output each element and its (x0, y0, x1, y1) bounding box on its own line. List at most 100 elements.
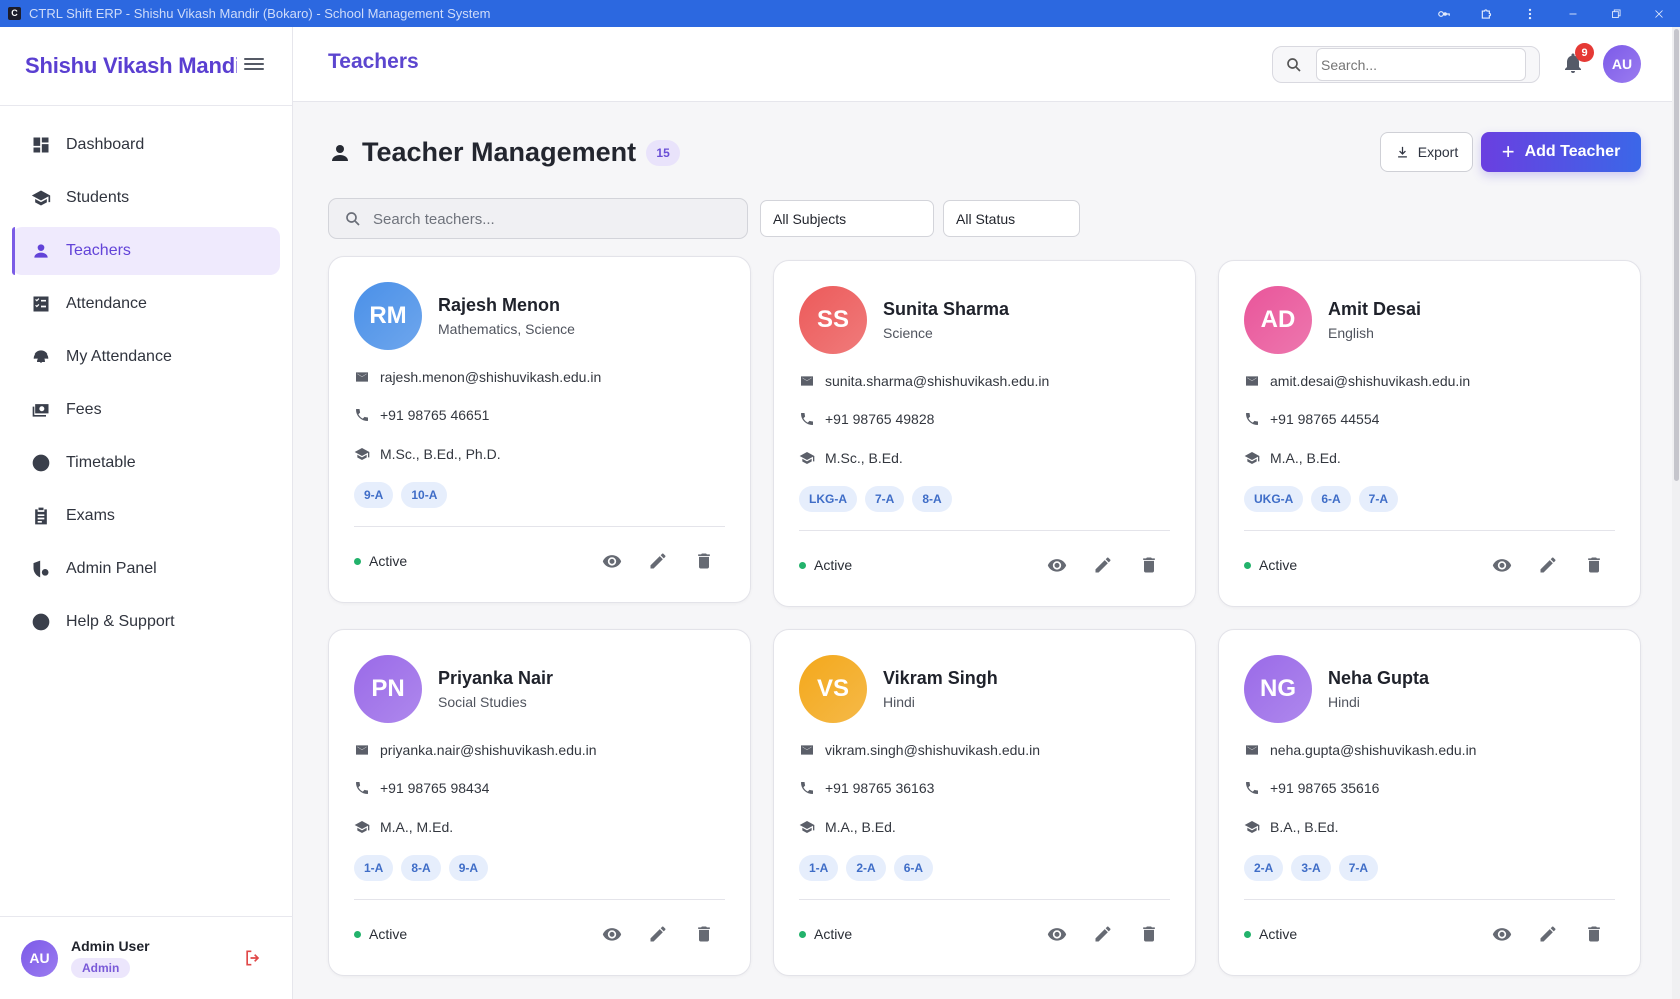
class-chip: 6-A (893, 855, 934, 881)
delete-icon[interactable] (1582, 922, 1606, 946)
sidebar-item-timetable[interactable]: Timetable (12, 439, 280, 487)
status-label: Active (369, 553, 408, 569)
delete-icon[interactable] (1582, 553, 1606, 577)
user-panel: AU Admin User Admin (0, 916, 293, 999)
export-button[interactable]: Export (1380, 132, 1473, 172)
edit-icon[interactable] (646, 922, 670, 946)
status-label: Active (1259, 926, 1298, 942)
sidebar-item-dashboard[interactable]: Dashboard (12, 121, 280, 169)
email-row: amit.desai@shishuvikash.edu.in (1244, 371, 1470, 391)
sidebar-item-fees[interactable]: Fees (12, 386, 280, 434)
close-button[interactable] (1637, 0, 1680, 27)
edit-icon[interactable] (1536, 553, 1560, 577)
teacher-name: Rajesh Menon (438, 295, 561, 315)
class-chip: 2-A (846, 855, 886, 881)
teacher-search-input[interactable]: Search teachers... (328, 198, 748, 239)
teacher-phone: +91 98765 44554 (1270, 411, 1380, 427)
add-teacher-button[interactable]: + Add Teacher (1481, 132, 1641, 172)
teacher-avatar: SS (799, 286, 867, 354)
download-icon (1397, 146, 1407, 157)
class-chip: 6-A (1311, 486, 1351, 512)
scrollbar-thumb[interactable] (1674, 29, 1679, 481)
class-chip: 7-A (1338, 855, 1379, 881)
subject-filter-select[interactable]: All Subjects (760, 200, 934, 237)
edit-icon[interactable] (1536, 922, 1560, 946)
view-icon[interactable] (600, 922, 624, 946)
status-label: Active (1259, 557, 1298, 573)
phone-row: +91 98765 36163 (799, 778, 934, 798)
class-chip: LKG-A (799, 486, 857, 512)
edit-icon[interactable] (1091, 553, 1115, 577)
role-badge: Admin (71, 958, 131, 978)
minimize-button[interactable] (1551, 0, 1594, 27)
status-label: Active (369, 926, 408, 942)
qualification-row: M.A., B.Ed. (1244, 448, 1341, 468)
teacher-phone: +91 98765 49828 (825, 411, 935, 427)
class-chip: 8-A (401, 855, 441, 881)
graduation-cap-icon (1244, 452, 1260, 464)
class-chips: UKG-A 6-A 7-A (1244, 486, 1406, 512)
clock-icon (30, 452, 52, 474)
admin-shield-icon (30, 558, 52, 580)
status-dot (799, 561, 806, 569)
view-icon[interactable] (1045, 553, 1069, 577)
avatar[interactable]: AU (1603, 45, 1641, 83)
teacher-card: SS Sunita Sharma Science sunita.sharma@s… (773, 260, 1196, 607)
top-header: Teachers 9 AU (293, 27, 1680, 102)
sidebar-item-help-support[interactable]: Help & Support (12, 598, 280, 646)
sidebar-item-admin-panel[interactable]: Admin Panel (12, 545, 280, 593)
email-icon (801, 745, 813, 755)
graduation-cap-icon (799, 821, 815, 833)
logout-icon[interactable] (243, 948, 263, 968)
status-filter-select[interactable]: All Status (943, 200, 1080, 237)
sidebar-item-label: Admin Panel (66, 560, 157, 577)
delete-icon[interactable] (1137, 553, 1161, 577)
menu-toggle-icon[interactable] (244, 55, 264, 75)
sidebar-item-my-attendance[interactable]: My Attendance (12, 333, 280, 381)
edit-icon[interactable] (646, 549, 670, 573)
delete-icon[interactable] (692, 549, 716, 573)
view-icon[interactable] (1490, 922, 1514, 946)
restore-button[interactable] (1594, 0, 1637, 27)
phone-icon (1246, 413, 1258, 425)
view-icon[interactable] (1490, 553, 1514, 577)
sidebar-item-teachers[interactable]: Teachers (12, 227, 280, 275)
class-chip: 9-A (354, 482, 394, 508)
teacher-qualification: M.Sc., B.Ed., Ph.D. (380, 446, 501, 462)
extension-icon[interactable] (1465, 0, 1508, 27)
class-chip: 7-A (865, 486, 905, 512)
teacher-qualification: M.Sc., B.Ed. (825, 450, 903, 466)
phone-icon (801, 413, 813, 425)
email-icon (356, 745, 368, 755)
sidebar-item-label: Students (66, 189, 130, 206)
delete-icon[interactable] (692, 922, 716, 946)
sidebar-item-students[interactable]: Students (12, 174, 280, 222)
status-badge: Active (1244, 926, 1297, 942)
edit-icon[interactable] (1091, 922, 1115, 946)
sidebar-item-attendance[interactable]: Attendance (12, 280, 280, 328)
email-row: sunita.sharma@shishuvikash.edu.in (799, 371, 1049, 391)
delete-icon[interactable] (1137, 922, 1161, 946)
teacher-name: Vikram Singh (883, 668, 998, 688)
section-title: Teacher Management (362, 137, 637, 167)
class-chip: 9-A (448, 855, 489, 881)
status-dot (799, 930, 806, 938)
class-chip: 1-A (354, 855, 394, 881)
status-dot (354, 557, 361, 565)
avatar[interactable]: AU (21, 939, 58, 977)
divider (799, 899, 1170, 900)
section-header: Teacher Management 15 (328, 130, 681, 175)
key-icon[interactable] (1422, 0, 1465, 27)
class-chip: 8-A (912, 486, 952, 512)
money-icon (30, 399, 52, 421)
search-input[interactable] (1316, 48, 1526, 81)
plus-icon: + (1501, 139, 1515, 164)
checklist-icon (30, 293, 52, 315)
teacher-subjects: Mathematics, Science (438, 321, 575, 337)
fingerprint-icon (30, 346, 52, 368)
more-vert-icon[interactable] (1508, 0, 1551, 27)
teacher-qualification: M.A., B.Ed. (825, 819, 896, 835)
view-icon[interactable] (1045, 922, 1069, 946)
sidebar-item-exams[interactable]: Exams (12, 492, 280, 540)
view-icon[interactable] (600, 549, 624, 573)
